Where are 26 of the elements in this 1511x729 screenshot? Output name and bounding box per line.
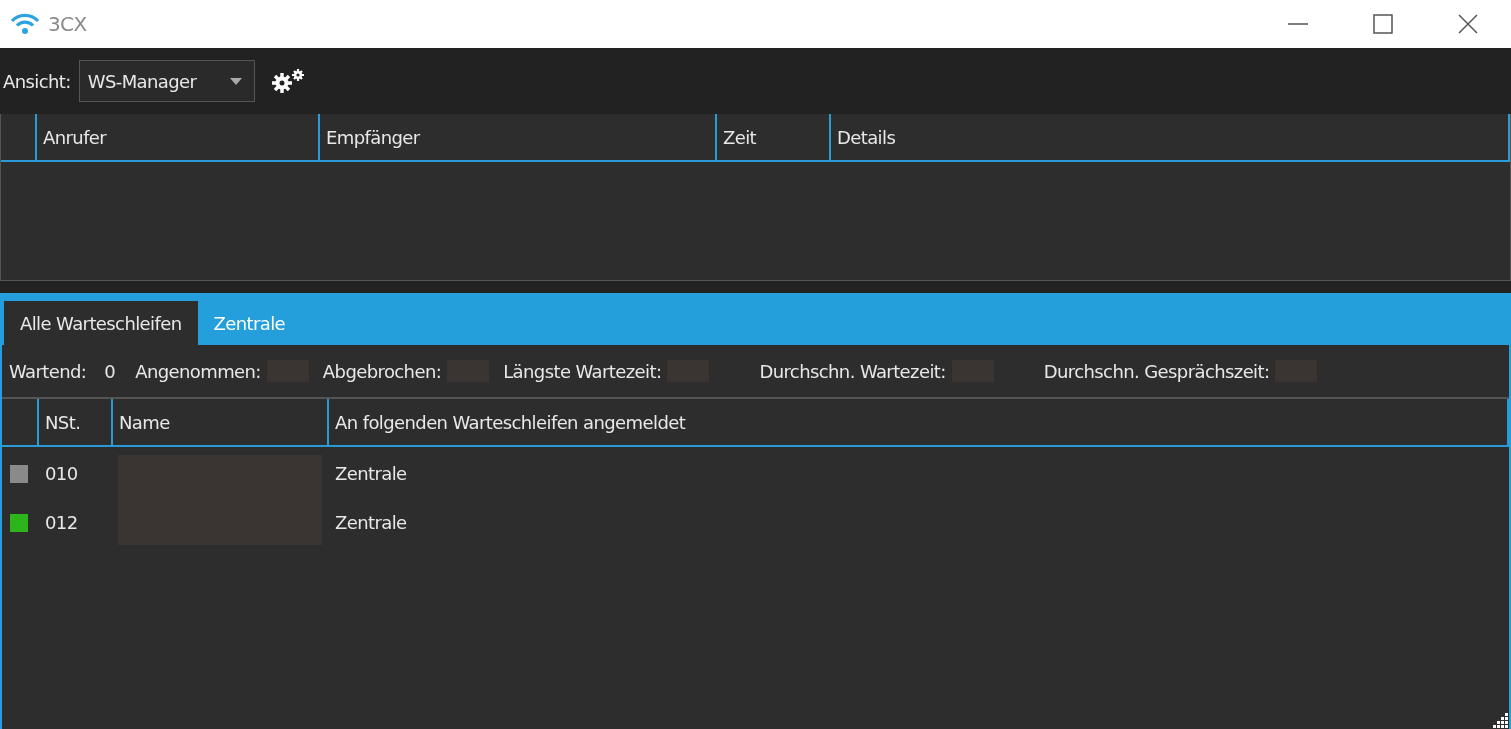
stat-label: Längste Wartezeit: [503,360,662,382]
table-cell: 012 [45,512,78,533]
table-cell: Zentrale [335,463,407,484]
column-header[interactable]: Anrufer [35,114,318,160]
tab[interactable]: Alle Warteschleifen [4,301,198,345]
column-header[interactable]: An folgenden Warteschleifen angemeldet [327,399,1509,445]
table-cell: 010 [45,463,78,484]
stat-label: Durchschn. Gesprächszeit: [1043,360,1270,382]
stat-label: Durchschn. Wartezeit: [759,360,946,382]
stat-label: Wartend: [9,360,87,382]
maximize-icon[interactable] [1373,14,1393,34]
stat-value: 0 [104,360,116,382]
close-icon[interactable] [1458,14,1478,34]
caret-icon [229,77,242,85]
wifi-icon [10,13,40,35]
view-label: Ansicht: [3,70,71,92]
view-dropdown[interactable]: WS-Manager [78,60,255,102]
column-header[interactable]: NSt. [37,399,111,445]
table-cell: Zentrale [335,512,407,533]
column-header[interactable]: Zeit [715,114,829,160]
column-header[interactable]: Empfänger [318,114,715,160]
column-header[interactable]: Name [111,399,327,445]
column-header[interactable]: Details [829,114,1510,160]
window-title: 3CX [48,12,87,36]
stat-label: Abgebrochen: [322,360,442,382]
stat-label: Angenommen: [135,360,261,382]
